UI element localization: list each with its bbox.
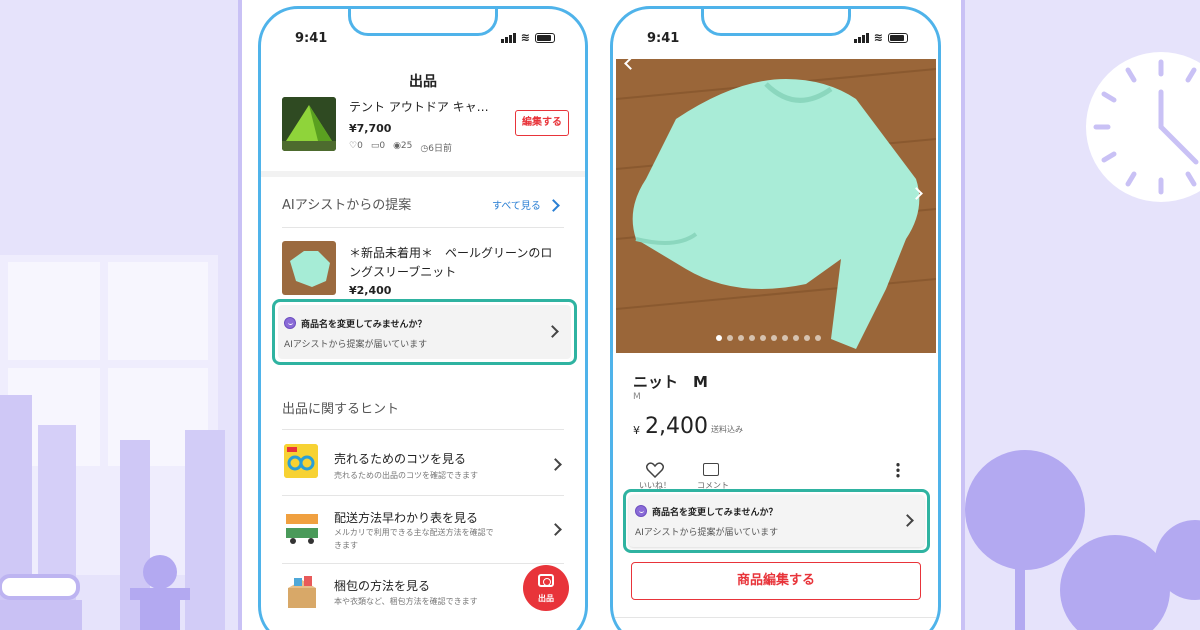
status-bar: 9:41 ≋ [613, 31, 938, 51]
clock-small-icon: ◷6日前 [420, 144, 452, 154]
ai-section-heading: AIアシストからの提案 [282, 198, 412, 213]
product-price: 2,400 [645, 414, 708, 439]
ai-assist-icon [635, 505, 647, 517]
hint-item-shipping[interactable]: 配送方法早わかり表を見る メルカリで利用できる主な配送方法を確認で きます [261, 496, 585, 562]
camera-icon [538, 574, 554, 587]
status-bar: 9:41 ≋ [261, 31, 585, 51]
sweater-thumbnail[interactable] [282, 241, 336, 295]
ai-suggestion-subtitle: AIアシストから提案が届いています [284, 340, 428, 350]
signal-icon [500, 33, 516, 43]
tent-image[interactable] [282, 97, 336, 151]
edit-listing-button[interactable]: 編集する [515, 110, 569, 136]
shipping-icon [284, 510, 320, 546]
ai-item-name-line1[interactable]: ＊新品未着用＊ ペールグリーンのロ [349, 244, 552, 261]
clock-icon [1086, 52, 1200, 202]
hint-title: 売れるためのコツを見る [334, 452, 467, 466]
sweater-photo [616, 59, 936, 353]
chevron-right-icon [549, 523, 562, 536]
right-phone-screen: 9:41 ≋ ニット M M ¥ 2,400 送料込み いいね！ コメント 商品… [610, 6, 941, 630]
left-phone-screen: 9:41 ≋ 出品 テント アウトドア キャ… ¥7,700 ♡0 ▭0 ◉25… [258, 6, 588, 630]
heart-icon: ♡0 [349, 141, 363, 151]
sell-fab-button[interactable]: 出品 [523, 565, 569, 611]
hint-desc-line2: きます [334, 541, 358, 550]
ai-assist-icon [284, 317, 296, 329]
time-ago: 6日前 [428, 144, 452, 154]
views-count: 25 [400, 141, 413, 151]
section-divider [261, 171, 585, 177]
edit-product-button[interactable]: 商品編集する [631, 562, 921, 600]
battery-icon [888, 33, 908, 43]
fab-label: 出品 [538, 594, 554, 603]
ai-suggestion-card[interactable]: 商品名を変更してみませんか？ AIアシストから提案が届いています [272, 299, 577, 365]
likes-count: 0 [357, 141, 363, 151]
product-name: ニット M [633, 373, 708, 391]
product-size: M [633, 392, 641, 402]
more-options-icon[interactable] [896, 462, 900, 478]
city-illustration [0, 255, 225, 630]
tab-bar-divider [613, 617, 938, 618]
status-time: 9:41 [647, 31, 680, 46]
left-decor-background [0, 0, 238, 630]
chevron-right-icon[interactable] [547, 199, 560, 212]
product-photo-carousel[interactable] [616, 59, 936, 353]
wifi-icon: ≋ [873, 31, 883, 44]
hint-title: 梱包の方法を見る [334, 579, 431, 593]
hint-desc: 売れるための出品のコツを確認できます [334, 471, 478, 480]
page-title: 出品 [409, 74, 437, 90]
ai-item-name-line2[interactable]: ングスリーブニット [349, 263, 456, 280]
listing-name[interactable]: テント アウトドア キャ… [349, 98, 489, 115]
chevron-right-icon [546, 325, 559, 338]
shipping-label: 送料込み [711, 425, 743, 434]
chevron-right-icon [901, 514, 914, 527]
see-all-link[interactable]: すべて見る [492, 197, 541, 212]
listing-price: ¥7,700 [349, 122, 392, 135]
hint-title: 配送方法早わかり表を見る [334, 511, 479, 525]
heart-icon[interactable] [646, 462, 664, 478]
signal-icon [853, 33, 869, 43]
hint-desc: 本や衣類など、梱包方法を確認できます [334, 597, 478, 606]
hint-desc-line1: メルカリで利用できる主な配送方法を確認で [334, 528, 494, 537]
chevron-right-icon [549, 458, 562, 471]
ai-item-price: ¥2,400 [349, 284, 392, 297]
glasses-icon [284, 444, 318, 478]
comment-icon[interactable] [703, 463, 719, 476]
hints-heading: 出品に関するヒント [282, 402, 400, 417]
ai-suggestion-card[interactable]: 商品名を変更してみませんか？ AIアシストから提案が届いています [623, 489, 930, 553]
ai-suggestion-title: 商品名を変更してみませんか？ [301, 320, 427, 330]
hint-item-tips[interactable]: 売れるためのコツを見る 売れるための出品のコツを確認できます [261, 430, 585, 494]
divider [282, 227, 564, 228]
status-time: 9:41 [295, 31, 328, 46]
eye-icon: ◉25 [393, 141, 413, 151]
wifi-icon: ≋ [520, 31, 530, 44]
ai-suggestion-subtitle: AIアシストから提案が届いています [635, 528, 779, 538]
carousel-dots [716, 335, 821, 341]
battery-icon [535, 33, 555, 43]
price-currency: ¥ [633, 424, 640, 437]
listing-stats: ♡0 ▭0 ◉25 ◷6日前 [349, 141, 452, 154]
comments-count: 0 [379, 141, 386, 151]
comment-icon: ▭0 [370, 141, 386, 151]
box-icon [284, 574, 320, 610]
ai-suggestion-title: 商品名を変更してみませんか？ [652, 508, 778, 518]
